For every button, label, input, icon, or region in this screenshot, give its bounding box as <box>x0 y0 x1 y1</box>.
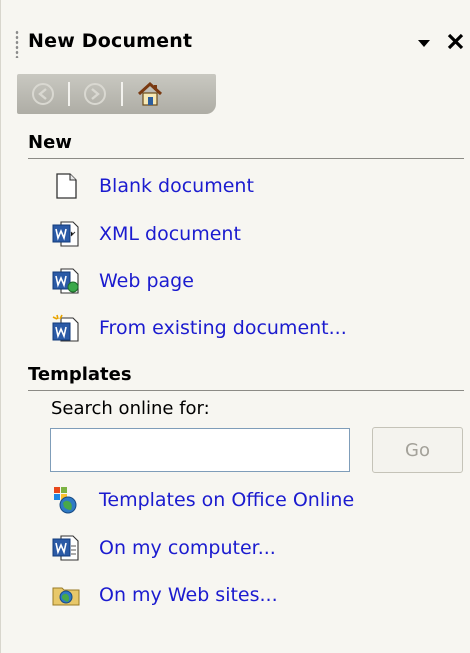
task-pane: New Document New Blank document XML docu… <box>0 0 470 653</box>
templates-online-link[interactable]: Templates on Office Online <box>51 485 354 515</box>
task-label: On my computer... <box>99 537 276 559</box>
back-arrow-icon[interactable] <box>28 79 58 109</box>
triangle-down-icon[interactable] <box>415 34 433 52</box>
section-header-templates: Templates <box>28 364 132 385</box>
section-divider <box>28 158 464 159</box>
task-label: Web page <box>99 270 194 292</box>
section-divider <box>28 390 464 391</box>
nav-separator <box>121 82 123 106</box>
blank-document-icon <box>51 171 81 201</box>
on-my-web-sites-link[interactable]: On my Web sites... <box>51 580 278 610</box>
search-input[interactable] <box>50 428 350 472</box>
section-header-new: New <box>28 132 72 153</box>
xml-document-icon <box>51 219 81 249</box>
on-my-computer-link[interactable]: On my computer... <box>51 533 276 563</box>
task-label: On my Web sites... <box>99 584 278 606</box>
xml-document-link[interactable]: XML document <box>51 219 241 249</box>
task-label: Blank document <box>99 175 254 197</box>
close-icon[interactable] <box>445 28 469 54</box>
word-document-icon <box>51 533 81 563</box>
web-page-link[interactable]: Web page <box>51 266 194 296</box>
home-icon[interactable] <box>135 79 165 109</box>
search-label: Search online for: <box>51 398 210 419</box>
task-label: XML document <box>99 223 241 245</box>
drag-grip-icon[interactable] <box>15 30 19 58</box>
task-label: From existing document... <box>99 317 347 339</box>
pane-title: New Document <box>28 30 193 52</box>
existing-document-link[interactable]: From existing document... <box>51 313 347 343</box>
existing-document-icon <box>51 313 81 343</box>
navigation-bar <box>17 74 216 114</box>
web-folder-icon <box>51 580 81 610</box>
blank-document-link[interactable]: Blank document <box>51 171 254 201</box>
office-online-icon <box>51 485 81 515</box>
pane-title-bar: New Document <box>1 10 470 70</box>
nav-separator <box>68 82 70 106</box>
go-button[interactable]: Go <box>372 427 463 473</box>
web-page-icon <box>51 266 81 296</box>
forward-arrow-icon[interactable] <box>80 79 110 109</box>
task-label: Templates on Office Online <box>99 489 355 511</box>
